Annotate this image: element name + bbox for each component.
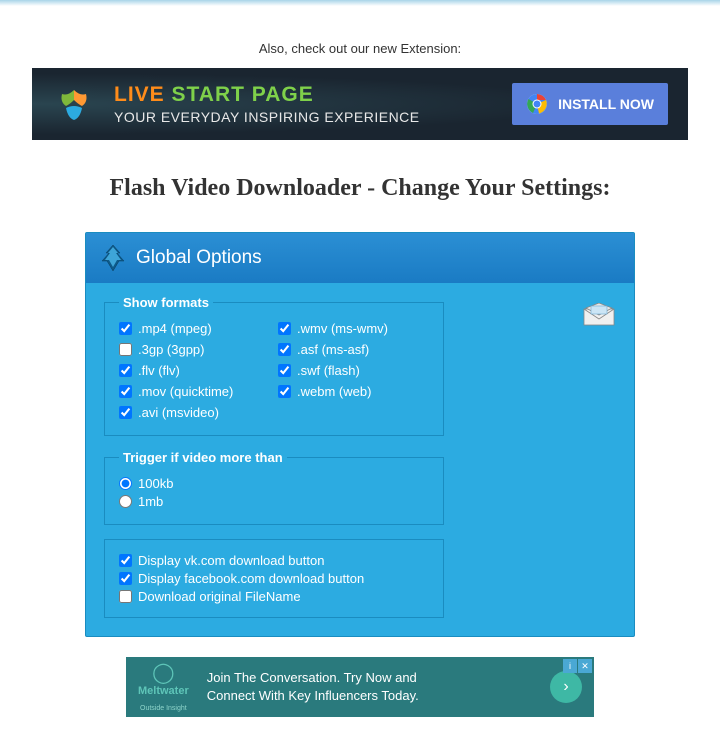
- misc-checkbox[interactable]: [119, 590, 132, 603]
- format-checkbox[interactable]: [278, 343, 291, 356]
- format-item[interactable]: .mp4 (mpeg): [119, 321, 270, 336]
- trigger-legend: Trigger if video more than: [119, 450, 287, 465]
- format-checkbox[interactable]: [119, 406, 132, 419]
- settings-panel: Global Options Show formats .mp4 (mpeg).…: [85, 232, 635, 637]
- banner-title-rest: START PAGE: [172, 83, 314, 106]
- format-checkbox[interactable]: [119, 364, 132, 377]
- formats-legend: Show formats: [119, 295, 213, 310]
- install-now-button[interactable]: INSTALL NOW: [512, 83, 668, 125]
- ad-brand-name: Meltwater: [138, 685, 189, 697]
- format-label: .mov (quicktime): [138, 384, 233, 399]
- meltwater-icon: ◯: [138, 660, 189, 685]
- trigger-radio[interactable]: [119, 477, 132, 490]
- trigger-label: 1mb: [138, 494, 163, 509]
- misc-item[interactable]: Display facebook.com download button: [119, 571, 429, 586]
- format-item[interactable]: .swf (flash): [278, 363, 429, 378]
- panel-title: Global Options: [136, 247, 262, 269]
- ad-line1: Join The Conversation. Try Now and: [207, 669, 550, 687]
- ad-close-icon[interactable]: ✕: [578, 659, 592, 673]
- ad-arrow-button[interactable]: ›: [550, 671, 582, 703]
- format-label: .avi (msvideo): [138, 405, 219, 420]
- trigger-fieldset: Trigger if video more than 100kb 1mb: [104, 450, 444, 525]
- misc-checkbox[interactable]: [119, 572, 132, 585]
- banner-title-live: LIVE: [114, 83, 165, 106]
- format-checkbox[interactable]: [278, 364, 291, 377]
- ad-text: Join The Conversation. Try Now and Conne…: [207, 669, 550, 705]
- format-label: .3gp (3gpp): [138, 342, 205, 357]
- format-label: .wmv (ms-wmv): [297, 321, 388, 336]
- format-item[interactable]: .wmv (ms-wmv): [278, 321, 429, 336]
- trigger-label: 100kb: [138, 476, 173, 491]
- trigger-item[interactable]: 1mb: [119, 494, 429, 509]
- show-formats-fieldset: Show formats .mp4 (mpeg) .wmv (ms-wmv) .3g…: [104, 295, 444, 436]
- ad-badges: i ✕: [563, 659, 592, 673]
- format-item[interactable]: .3gp (3gpp): [119, 342, 270, 357]
- format-item[interactable]: .asf (ms-asf): [278, 342, 429, 357]
- misc-label: Download original FileName: [138, 589, 301, 604]
- format-label: .mp4 (mpeg): [138, 321, 212, 336]
- promo-text: Also, check out our new Extension:: [32, 41, 688, 56]
- format-item[interactable]: .avi (msvideo): [119, 405, 270, 420]
- panel-header: Global Options: [86, 233, 634, 283]
- trigger-item[interactable]: 100kb: [119, 476, 429, 491]
- trigger-radio[interactable]: [119, 495, 132, 508]
- banner-subtitle: YOUR EVERYDAY INSPIRING EXPERIENCE: [114, 109, 512, 125]
- misc-item[interactable]: Display vk.com download button: [119, 553, 429, 568]
- format-label: .flv (flv): [138, 363, 180, 378]
- format-label: .swf (flash): [297, 363, 360, 378]
- ad-brand-sub: Outside Insight: [140, 705, 187, 712]
- misc-checkbox[interactable]: [119, 554, 132, 567]
- format-item[interactable]: .webm (web): [278, 384, 429, 399]
- chrome-icon: [526, 93, 548, 115]
- misc-label: Display facebook.com download button: [138, 571, 364, 586]
- format-checkbox[interactable]: [278, 385, 291, 398]
- format-checkbox[interactable]: [119, 343, 132, 356]
- ad-line2: Connect With Key Influencers Today.: [207, 687, 550, 705]
- misc-item[interactable]: Download original FileName: [119, 589, 429, 604]
- format-checkbox[interactable]: [119, 385, 132, 398]
- ad-banner[interactable]: i ✕ ◯ Meltwater Outside Insight Join The…: [126, 657, 594, 717]
- banner-title: LIVE START PAGE: [114, 83, 512, 107]
- ad-brand-logo: ◯ Meltwater Outside Insight: [138, 660, 189, 715]
- extension-banner[interactable]: LIVE START PAGE YOUR EVERYDAY INSPIRING …: [32, 68, 688, 140]
- format-label: .webm (web): [297, 384, 371, 399]
- panel-body: Show formats .mp4 (mpeg) .wmv (ms-wmv) .3g…: [86, 283, 634, 618]
- install-label: INSTALL NOW: [558, 96, 654, 112]
- download-arrow-icon: [100, 243, 126, 273]
- ad-info-icon[interactable]: i: [563, 659, 577, 673]
- misc-options-box: Display vk.com download button Display fa…: [104, 539, 444, 618]
- page-title: Flash Video Downloader - Change Your Set…: [32, 175, 688, 202]
- format-item[interactable]: .mov (quicktime): [119, 384, 270, 399]
- banner-text: LIVE START PAGE YOUR EVERYDAY INSPIRING …: [114, 83, 512, 125]
- envelope-icon[interactable]: [582, 303, 616, 327]
- format-label: .asf (ms-asf): [297, 342, 369, 357]
- misc-label: Display vk.com download button: [138, 553, 324, 568]
- live-start-page-logo-icon: [52, 82, 96, 126]
- format-checkbox[interactable]: [278, 322, 291, 335]
- format-checkbox[interactable]: [119, 322, 132, 335]
- format-item[interactable]: .flv (flv): [119, 363, 270, 378]
